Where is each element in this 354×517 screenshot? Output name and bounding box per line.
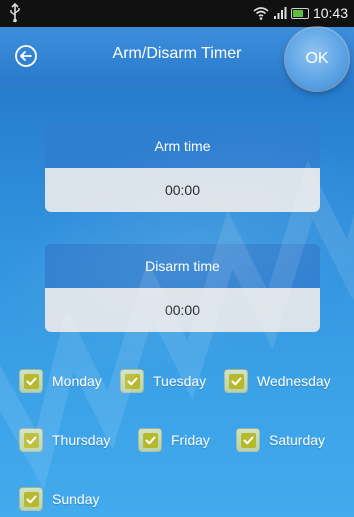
checkmark-icon	[26, 495, 36, 503]
day-friday[interactable]: Friday	[138, 428, 210, 452]
day-sunday[interactable]: Sunday	[19, 487, 99, 511]
checkmark-icon	[243, 436, 253, 444]
day-thursday[interactable]: Thursday	[19, 428, 110, 452]
checkmark-icon	[231, 377, 241, 385]
screen: 10:43 Arm/Disarm Timer OK Arm time 00:00…	[0, 0, 354, 517]
checkbox-friday[interactable]	[138, 428, 162, 452]
day-label-saturday: Saturday	[269, 432, 326, 448]
day-monday[interactable]: Monday	[19, 369, 102, 393]
status-icons: 10:43	[253, 3, 348, 23]
checkbox-monday[interactable]	[19, 369, 43, 393]
checkmark-icon	[26, 436, 36, 444]
arm-time-label: Arm time	[45, 124, 320, 168]
day-label-sunday: Sunday	[52, 491, 100, 507]
day-label-thursday: Thursday	[52, 432, 111, 448]
checkbox-thursday[interactable]	[19, 428, 43, 452]
day-wednesday[interactable]: Wednesday	[224, 369, 331, 393]
signal-icon	[273, 7, 287, 19]
checkmark-icon	[145, 436, 155, 444]
usb-icon	[10, 3, 20, 23]
page-title: Arm/Disarm Timer	[112, 45, 242, 62]
checkmark-icon	[26, 377, 36, 385]
status-bar: 10:43	[0, 0, 354, 27]
wifi-icon	[253, 7, 269, 20]
ok-button[interactable]: OK	[286, 28, 348, 90]
battery-icon	[290, 7, 309, 19]
back-arrow-icon[interactable]	[14, 44, 38, 68]
checkbox-saturday[interactable]	[236, 428, 260, 452]
checkbox-sunday[interactable]	[19, 487, 43, 511]
status-time: 10:43	[312, 5, 348, 21]
day-label-tuesday: Tuesday	[153, 373, 207, 389]
arm-time-field[interactable]: 00:00	[45, 168, 320, 212]
checkbox-tuesday[interactable]	[120, 369, 144, 393]
day-label-wednesday: Wednesday	[257, 373, 331, 389]
day-tuesday[interactable]: Tuesday	[120, 369, 206, 393]
checkmark-icon	[127, 377, 137, 385]
arm-time-card: Arm time 00:00	[45, 124, 320, 212]
checkbox-wednesday[interactable]	[224, 369, 248, 393]
battery-level-fill	[292, 9, 303, 17]
disarm-time-label: Disarm time	[45, 244, 320, 288]
day-label-monday: Monday	[52, 373, 102, 389]
disarm-time-card: Disarm time 00:00	[45, 244, 320, 332]
day-label-friday: Friday	[171, 432, 210, 448]
disarm-time-field[interactable]: 00:00	[45, 288, 320, 332]
day-saturday[interactable]: Saturday	[236, 428, 325, 452]
